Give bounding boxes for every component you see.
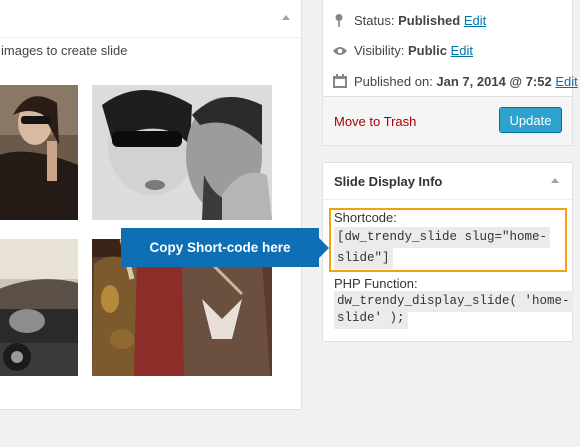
visibility-label: Visibility: [354, 43, 405, 58]
panel-header [0, 0, 301, 38]
pin-icon [333, 13, 349, 30]
published-on-label: Published on: [354, 74, 433, 89]
publish-actions: Move to Trash Update [323, 96, 572, 145]
php-function-line-2[interactable]: slide' ); [334, 308, 408, 329]
status-value: Published [398, 13, 461, 28]
edit-date-link[interactable]: Edit [555, 74, 577, 89]
status-row: Status: Published Edit [333, 13, 486, 30]
slide-display-info-box: Slide Display Info Shortcode: [dw_trendy… [322, 162, 573, 342]
status-label: Status: [354, 13, 395, 28]
shortcode-line-1[interactable]: [dw_trendy_slide slug="home- [334, 227, 551, 248]
slide-display-info-title: Slide Display Info [334, 174, 443, 189]
update-button[interactable]: Update [499, 107, 562, 133]
slide-thumbnail-3[interactable] [0, 239, 78, 376]
published-on-row: Published on: Jan 7, 2014 @ 7:52 Edit [333, 74, 578, 91]
slide-display-info-header: Slide Display Info [323, 163, 572, 200]
move-to-trash-link[interactable]: Move to Trash [334, 114, 416, 129]
publish-box: Status: Published Edit Visibility: Publi… [322, 0, 578, 146]
collapse-caret-icon[interactable] [551, 178, 559, 183]
calendar-icon [333, 74, 349, 91]
published-on-value: Jan 7, 2014 @ 7:52 [436, 74, 552, 89]
slide-thumbnail-2[interactable] [92, 85, 272, 220]
edit-visibility-link[interactable]: Edit [451, 43, 473, 58]
eye-icon [333, 44, 349, 59]
visibility-row: Visibility: Public Edit [333, 43, 473, 59]
php-function-label: PHP Function: [334, 276, 418, 291]
visibility-value: Public [407, 43, 447, 58]
shortcode-line-2[interactable]: slide"] [334, 248, 393, 269]
collapse-caret-icon[interactable] [282, 15, 290, 20]
instructions-text: images to create slide [1, 43, 128, 58]
edit-status-link[interactable]: Edit [464, 13, 486, 28]
shortcode-label: Shortcode: [334, 210, 397, 225]
slide-images-panel: images to create slide [0, 0, 302, 410]
slide-thumbnail-1[interactable] [0, 85, 78, 220]
copy-shortcode-callout: Copy Short-code here [121, 228, 329, 267]
